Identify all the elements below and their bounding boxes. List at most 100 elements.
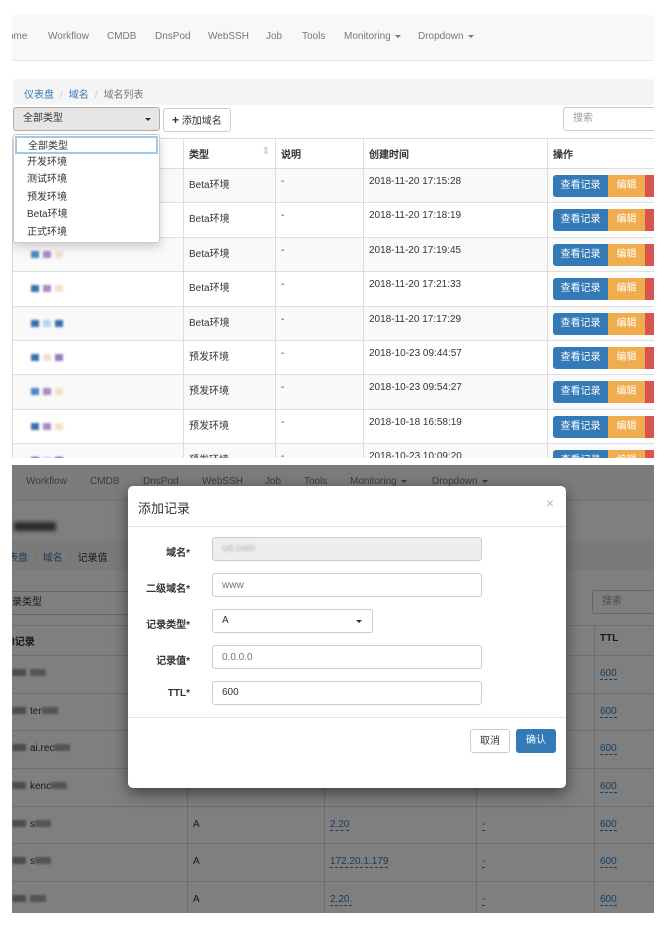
nav-workflow[interactable]: Workflow — [48, 31, 89, 42]
caret-down-icon — [467, 34, 474, 38]
dropdown-option[interactable]: 正式环境 — [14, 224, 159, 242]
nav-tools[interactable]: Tools — [302, 31, 325, 42]
actions-cell: 查看记录 编辑 — [547, 339, 654, 376]
breadcrumb-domain[interactable]: 域名 — [69, 90, 89, 101]
delete-button[interactable] — [645, 243, 654, 266]
nav-dnspod[interactable]: DnsPod — [155, 31, 191, 42]
view-records-button[interactable]: 查看记录 — [553, 243, 608, 266]
desc-cell: - — [275, 236, 364, 273]
table-row: 预发环境 - 2018-10-23 10:09:20 查看记录 编辑 — [12, 443, 654, 458]
edit-button[interactable]: 编辑 — [608, 243, 645, 266]
view-records-button[interactable]: 查看记录 — [553, 209, 608, 232]
nav-webssh[interactable]: WebSSH — [208, 31, 249, 42]
dropdown-option[interactable]: Beta环境 — [14, 206, 159, 224]
modal-footer-divider — [128, 717, 566, 718]
delete-button[interactable] — [645, 450, 654, 458]
blurred-text — [55, 422, 63, 430]
edit-button[interactable]: 编辑 — [608, 209, 645, 232]
nav-cmdb[interactable]: CMDB — [107, 31, 136, 42]
actions-cell: 查看记录 编辑 — [547, 271, 654, 307]
record-value-input[interactable] — [212, 645, 482, 669]
view-records-button[interactable]: 查看记录 — [553, 415, 608, 438]
close-icon[interactable]: × — [546, 495, 554, 511]
col-actions: 操作 — [547, 138, 654, 169]
modal-header-divider — [128, 526, 566, 527]
type-filter-select[interactable]: 全部类型 — [13, 107, 160, 131]
sort-icon: ⇕ — [261, 146, 270, 157]
edit-button[interactable]: 编辑 — [608, 450, 645, 458]
edit-button[interactable]: 编辑 — [608, 381, 645, 404]
desc-cell: - — [275, 167, 364, 204]
nav-dropdown[interactable]: Dropdown — [418, 31, 474, 42]
delete-button[interactable] — [645, 415, 654, 438]
add-domain-button[interactable]: + 添加域名 — [163, 108, 231, 132]
blurred-text — [55, 319, 63, 327]
edit-button[interactable]: 编辑 — [608, 415, 645, 438]
search-input[interactable]: 搜索 — [563, 107, 654, 131]
caret-down-icon — [394, 34, 401, 38]
edit-button[interactable]: 编辑 — [608, 175, 645, 197]
actions-cell: 查看记录 编辑 — [547, 167, 654, 204]
blurred-text — [43, 388, 51, 396]
ttl-input[interactable]: 600 — [212, 681, 482, 705]
domain-name-cell[interactable] — [12, 408, 184, 445]
blurred-text — [43, 285, 51, 293]
desc-cell: - — [275, 202, 364, 238]
delete-button[interactable] — [645, 381, 654, 404]
type-cell: 预发环境 — [183, 374, 276, 410]
caret-down-icon — [356, 620, 362, 623]
view-records-button[interactable]: 查看记录 — [553, 278, 608, 301]
blurred-text — [43, 422, 51, 430]
delete-button[interactable] — [645, 346, 654, 369]
nav-home[interactable]: ome — [12, 31, 27, 42]
breadcrumb-dashboard[interactable]: 仪表盘 — [24, 90, 54, 101]
domain-name-cell[interactable] — [12, 374, 184, 410]
dropdown-option[interactable]: 全部类型 — [15, 136, 158, 154]
nav-monitoring[interactable]: Monitoring — [344, 31, 401, 42]
domain-name-cell[interactable] — [12, 305, 184, 341]
desc-cell: - — [275, 443, 364, 458]
view-records-button[interactable]: 查看记录 — [553, 346, 608, 369]
blurred-text — [43, 319, 51, 327]
type-cell: 预发环境 — [183, 339, 276, 376]
cancel-button[interactable]: 取消 — [470, 729, 510, 753]
blurred-text — [31, 422, 39, 430]
domain-name-cell[interactable] — [12, 339, 184, 376]
delete-button[interactable] — [645, 278, 654, 301]
type-cell: 预发环境 — [183, 443, 276, 458]
ttl-value: 600 — [222, 687, 239, 698]
breadcrumb-current: 域名列表 — [103, 90, 144, 101]
table-row: 预发环境 - 2018-10-18 16:58:19 查看记录 编辑 — [12, 408, 654, 445]
table-row: 预发环境 - 2018-10-23 09:44:57 查看记录 编辑 — [12, 339, 654, 376]
delete-button[interactable] — [645, 175, 654, 197]
view-records-button[interactable]: 查看记录 — [553, 175, 608, 197]
view-records-button[interactable]: 查看记录 — [553, 450, 608, 458]
type-cell: Beta环境 — [183, 202, 276, 238]
domain-field: ud.com — [212, 537, 482, 561]
created-cell: 2018-11-20 17:19:45 — [363, 236, 548, 273]
dropdown-option[interactable]: 开发环境 — [14, 154, 159, 172]
view-records-button[interactable]: 查看记录 — [553, 312, 608, 335]
table-row: Beta环境 - 2018-11-20 17:21:33 查看记录 编辑 — [12, 271, 654, 307]
edit-button[interactable]: 编辑 — [608, 312, 645, 335]
dropdown-option[interactable]: 测试环境 — [14, 171, 159, 189]
dropdown-option[interactable]: 预发环境 — [14, 189, 159, 207]
domain-label: 域名* — [166, 548, 190, 559]
view-records-button[interactable]: 查看记录 — [553, 381, 608, 404]
subdomain-input[interactable] — [212, 573, 482, 597]
domain-name-cell[interactable] — [12, 443, 184, 458]
col-type[interactable]: 类型 ⇕ — [183, 138, 276, 169]
confirm-button[interactable]: 确认 — [516, 729, 556, 753]
nav-job[interactable]: Job — [266, 31, 282, 42]
domain-name-cell[interactable] — [12, 271, 184, 307]
delete-button[interactable] — [645, 209, 654, 232]
desc-cell: - — [275, 271, 364, 307]
edit-button[interactable]: 编辑 — [608, 346, 645, 369]
record-type-select[interactable]: A — [212, 609, 373, 633]
nav-monitoring-label: Monitoring — [344, 31, 391, 42]
delete-button[interactable] — [645, 312, 654, 335]
caret-down-icon — [145, 118, 151, 121]
type-cell: 预发环境 — [183, 408, 276, 445]
edit-button[interactable]: 编辑 — [608, 278, 645, 301]
search-placeholder: 搜索 — [573, 113, 593, 124]
